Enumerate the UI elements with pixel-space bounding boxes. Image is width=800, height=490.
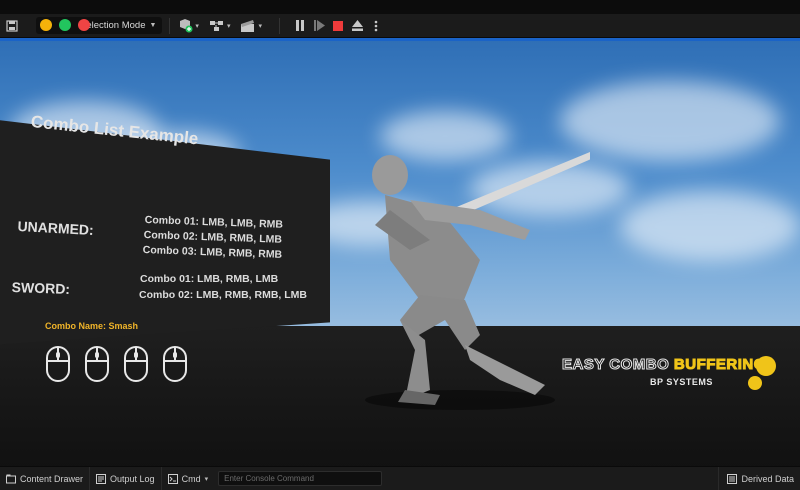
- chevron-down-icon: ▾: [204, 475, 209, 483]
- terminal-icon: [167, 473, 178, 484]
- combo-line: Combo 02: LMB, RMB, RMB, LMB: [139, 289, 307, 301]
- toolbar-separator: [278, 17, 280, 34]
- content-drawer-button[interactable]: Content Drawer: [0, 467, 91, 490]
- blueprint-dropdown[interactable]: ▾: [209, 19, 231, 33]
- mouse-input-row: [45, 345, 188, 383]
- chevron-down-icon: ▾: [226, 22, 231, 30]
- eject-button[interactable]: [350, 18, 365, 33]
- mouse-icon: [124, 346, 148, 382]
- mouse-icon: [163, 346, 187, 382]
- main-toolbar: Selection Mode ▼ ▾ ▾ ▾: [0, 14, 800, 38]
- play-controls: [293, 18, 384, 33]
- title-bar: [0, 0, 800, 14]
- eject-icon: [351, 20, 363, 31]
- console-input[interactable]: Enter Console Command: [218, 471, 383, 486]
- logo-title-yellow: BUFFERING: [673, 356, 766, 374]
- mouse-icon: [85, 346, 109, 382]
- save-button[interactable]: [2, 16, 22, 36]
- save-icon: [6, 19, 18, 32]
- stop-button[interactable]: [331, 18, 346, 33]
- combo-line: Combo 01: LMB, RMB, LMB: [140, 273, 279, 285]
- step-button[interactable]: [312, 18, 327, 33]
- chevron-down-icon: ▼: [149, 22, 157, 29]
- content-drawer-label: Content Drawer: [20, 473, 84, 484]
- logo-badge-icon: [756, 356, 776, 376]
- derived-data-button[interactable]: Derived Data: [718, 467, 794, 490]
- cloud: [560, 81, 780, 161]
- logo-badge-icon: [748, 376, 762, 390]
- stop-icon: [333, 20, 344, 31]
- maximize-dot[interactable]: [59, 19, 71, 31]
- mouse-icon: [46, 346, 70, 382]
- toolbar-separator: [169, 17, 171, 34]
- cmd-label: Cmd: [181, 473, 201, 484]
- blueprint-icon: [209, 20, 223, 31]
- chevron-down-icon: ▾: [195, 22, 199, 30]
- cinematics-icon: [241, 19, 255, 32]
- easy-combo-buffering-logo: EASY COMBO BUFFERING BP SYSTEMS: [562, 354, 778, 394]
- more-options-button[interactable]: [369, 18, 384, 33]
- logo-title: EASY COMBO BUFFERING: [562, 356, 766, 374]
- cinematics-dropdown[interactable]: ▾: [240, 19, 262, 33]
- content-drawer-icon: [6, 474, 16, 483]
- output-log-label: Output Log: [110, 473, 155, 484]
- character-mannequin: [365, 152, 590, 410]
- pause-button[interactable]: [293, 18, 308, 33]
- step-icon: [313, 20, 325, 31]
- editor-window: Selection Mode ▼ ▾ ▾ ▾ Combo List Exampl…: [0, 0, 800, 490]
- close-dot[interactable]: [78, 19, 90, 31]
- pause-icon: [296, 20, 305, 31]
- combo-name-label: Combo Name: Smash: [45, 321, 139, 331]
- category-label: SWORD:: [11, 279, 71, 298]
- more-options-icon: [375, 20, 378, 31]
- minimize-dot[interactable]: [40, 19, 52, 31]
- derived-data-icon: [727, 473, 738, 484]
- add-actor-icon: [180, 18, 193, 32]
- traffic-lights: [40, 19, 90, 31]
- status-bar: Content Drawer Output Log Cmd ▾ Enter Co…: [0, 466, 800, 490]
- add-actor-dropdown[interactable]: ▾: [177, 18, 199, 33]
- output-log-button[interactable]: Output Log: [90, 467, 162, 490]
- logo-subtitle: BP SYSTEMS: [650, 377, 713, 387]
- logo-title-white: EASY COMBO: [562, 356, 674, 374]
- output-log-icon: [96, 473, 107, 484]
- cloud: [620, 191, 800, 261]
- mode-selector[interactable]: Selection Mode ▼: [36, 17, 163, 34]
- chevron-down-icon: ▾: [258, 22, 262, 30]
- derived-data-label: Derived Data: [741, 473, 794, 484]
- cmd-selector[interactable]: Cmd ▾: [162, 467, 215, 490]
